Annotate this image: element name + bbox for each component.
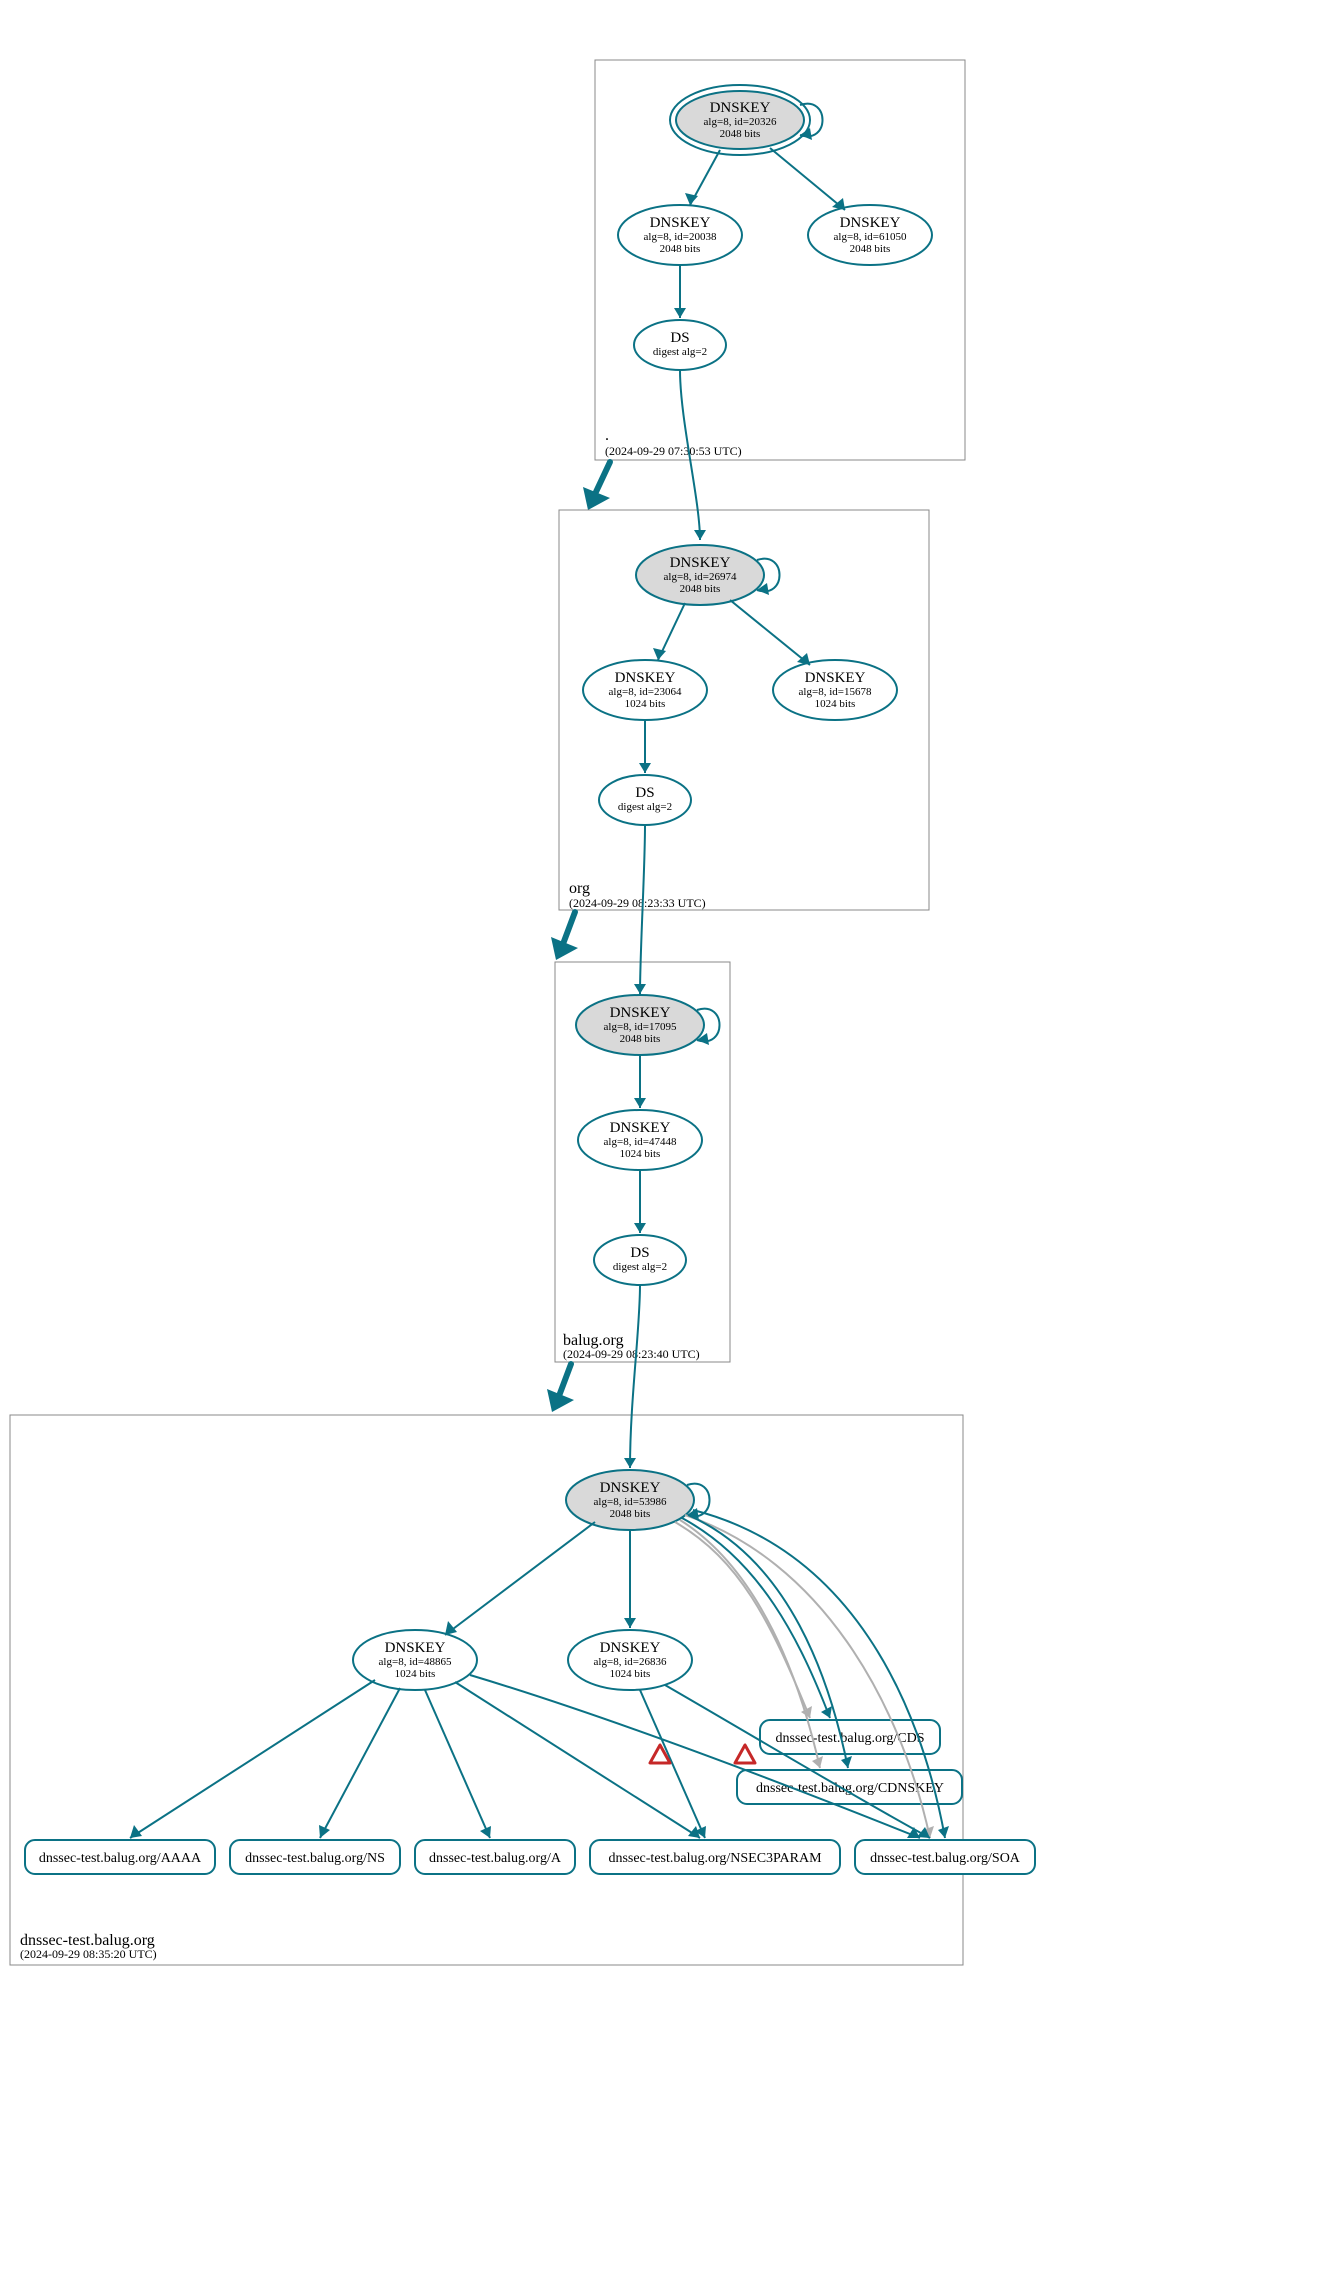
svg-text:alg=8, id=26974: alg=8, id=26974 [664,571,737,583]
zone-dnssec-box [10,1415,963,1965]
rr-cdnskey[interactable]: dnssec-test.balug.org/CDNSKEY [737,1770,962,1804]
svg-text:dnssec-test.balug.org/AAAA: dnssec-test.balug.org/AAAA [39,1851,202,1866]
zone-org-label: org [569,880,590,897]
edge-zone-org-balug [563,912,575,944]
svg-text:alg=8, id=48865: alg=8, id=48865 [379,1656,452,1668]
svg-text:dnssec-test.balug.org/A: dnssec-test.balug.org/A [429,1851,562,1866]
svg-text:1024 bits: 1024 bits [625,698,666,710]
svg-text:2048 bits: 2048 bits [850,243,891,255]
svg-text:2048 bits: 2048 bits [610,1508,651,1520]
svg-text:DNSKEY: DNSKEY [805,670,866,686]
svg-text:digest alg=2: digest alg=2 [618,801,672,813]
node-root-zsk1[interactable]: DNSKEY alg=8, id=20038 2048 bits [618,205,742,265]
svg-text:DNSKEY: DNSKEY [615,670,676,686]
node-balug-ksk[interactable]: DNSKEY alg=8, id=17095 2048 bits [576,995,704,1055]
node-org-zsk2[interactable]: DNSKEY alg=8, id=15678 1024 bits [773,660,897,720]
svg-text:DNSKEY: DNSKEY [600,1640,661,1656]
svg-text:alg=8, id=20038: alg=8, id=20038 [644,231,717,243]
node-root-ds[interactable]: DS digest alg=2 [634,320,726,370]
warning-icon [735,1745,755,1763]
svg-text:DNSKEY: DNSKEY [710,100,771,116]
svg-text:2048 bits: 2048 bits [680,583,721,595]
svg-text:DS: DS [635,785,654,801]
svg-text:DNSKEY: DNSKEY [385,1640,446,1656]
svg-text:1024 bits: 1024 bits [815,698,856,710]
zone-dnssec: dnssec-test.balug.org (2024-09-29 08:35:… [10,1285,1035,1965]
edge-zsk1-a [425,1690,490,1838]
svg-text:DS: DS [670,330,689,346]
svg-text:alg=8, id=23064: alg=8, id=23064 [609,686,682,698]
svg-text:1024 bits: 1024 bits [395,1668,436,1680]
node-org-ds[interactable]: DS digest alg=2 [599,775,691,825]
svg-text:digest alg=2: digest alg=2 [653,346,707,358]
svg-text:dnssec-test.balug.org/NS: dnssec-test.balug.org/NS [245,1851,385,1866]
node-balug-ds[interactable]: DS digest alg=2 [594,1235,686,1285]
svg-text:dnssec-test.balug.org/SOA: dnssec-test.balug.org/SOA [870,1851,1021,1866]
node-balug-zsk[interactable]: DNSKEY alg=8, id=47448 1024 bits [578,1110,702,1170]
svg-text:DNSKEY: DNSKEY [670,555,731,571]
edge-dnssec-ksk-zsk1 [445,1522,595,1635]
edge-org-ksk-zsk2 [730,600,810,665]
svg-text:2048 bits: 2048 bits [660,243,701,255]
svg-text:DNSKEY: DNSKEY [650,215,711,231]
zone-dnssec-ts: (2024-09-29 08:35:20 UTC) [20,1947,157,1961]
edge-root-ksk-zsk2 [770,148,845,210]
rr-soa[interactable]: dnssec-test.balug.org/SOA [855,1840,1035,1874]
zone-org-ts: (2024-09-29 08:23:33 UTC) [569,896,706,910]
svg-text:alg=8, id=15678: alg=8, id=15678 [799,686,872,698]
svg-text:alg=8, id=20326: alg=8, id=20326 [704,116,777,128]
svg-text:DNSKEY: DNSKEY [610,1120,671,1136]
svg-text:2048 bits: 2048 bits [720,128,761,140]
svg-text:2048 bits: 2048 bits [620,1033,661,1045]
svg-text:alg=8, id=53986: alg=8, id=53986 [594,1496,667,1508]
svg-text:DNSKEY: DNSKEY [840,215,901,231]
edge-ksk-cds [682,1518,830,1718]
rr-ns[interactable]: dnssec-test.balug.org/NS [230,1840,400,1874]
rr-a[interactable]: dnssec-test.balug.org/A [415,1840,575,1874]
svg-text:alg=8, id=61050: alg=8, id=61050 [834,231,907,243]
edge-zsk1-aaaa [130,1680,375,1838]
edge-zone-balug-dnssec [559,1364,571,1396]
svg-text:DNSKEY: DNSKEY [610,1005,671,1021]
rr-nsec3param[interactable]: dnssec-test.balug.org/NSEC3PARAM [590,1840,840,1874]
zone-root-label: . [605,427,609,444]
node-root-zsk2[interactable]: DNSKEY alg=8, id=61050 2048 bits [808,205,932,265]
svg-text:alg=8, id=47448: alg=8, id=47448 [604,1136,677,1148]
svg-text:DS: DS [630,1245,649,1261]
node-dnssec-zsk1[interactable]: DNSKEY alg=8, id=48865 1024 bits [353,1630,477,1690]
svg-text:1024 bits: 1024 bits [610,1668,651,1680]
dnssec-diagram: . (2024-09-29 07:30:53 UTC) DNSKEY alg=8… [0,0,1319,2290]
svg-text:1024 bits: 1024 bits [620,1148,661,1160]
node-org-ksk[interactable]: DNSKEY alg=8, id=26974 2048 bits [636,545,764,605]
zone-balug-ts: (2024-09-29 08:23:40 UTC) [563,1347,700,1361]
svg-text:alg=8, id=26836: alg=8, id=26836 [594,1656,667,1668]
svg-text:alg=8, id=17095: alg=8, id=17095 [604,1021,677,1033]
node-dnssec-zsk2[interactable]: DNSKEY alg=8, id=26836 1024 bits [568,1630,692,1690]
edge-zone-root-org [595,462,610,494]
edge-zsk1-ns [320,1688,400,1838]
node-dnssec-ksk[interactable]: DNSKEY alg=8, id=53986 2048 bits [566,1470,694,1530]
zone-root-ts: (2024-09-29 07:30:53 UTC) [605,444,742,458]
node-root-ksk[interactable]: DNSKEY alg=8, id=20326 2048 bits [670,85,810,155]
rr-aaaa[interactable]: dnssec-test.balug.org/AAAA [25,1840,215,1874]
svg-text:dnssec-test.balug.org/NSEC3PAR: dnssec-test.balug.org/NSEC3PARAM [608,1851,822,1866]
warning-icon [650,1745,670,1763]
node-org-zsk1[interactable]: DNSKEY alg=8, id=23064 1024 bits [583,660,707,720]
svg-text:digest alg=2: digest alg=2 [613,1261,667,1273]
edge-balug-ds-dnssec-ksk [630,1285,640,1468]
zone-root: . (2024-09-29 07:30:53 UTC) DNSKEY alg=8… [595,60,965,460]
svg-text:DNSKEY: DNSKEY [600,1480,661,1496]
edge-zsk2-soa [665,1685,930,1838]
